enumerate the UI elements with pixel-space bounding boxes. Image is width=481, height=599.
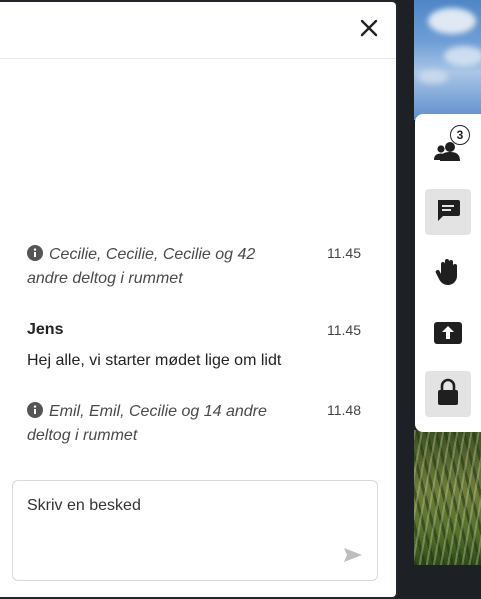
message-input[interactable] <box>27 497 347 547</box>
participants-count-badge: 3 <box>450 125 470 145</box>
raise-hand-button[interactable] <box>425 251 471 297</box>
close-icon[interactable] <box>358 17 380 39</box>
system-message: Emil, Emil, Cecilie og 14 andre deltog i… <box>27 400 366 448</box>
lock-button[interactable] <box>425 371 471 417</box>
message-author: Jens <box>27 321 64 338</box>
message-time: 11.48 <box>327 402 361 418</box>
message-time: 11.45 <box>327 322 361 338</box>
chat-panel: Cecilie, Cecilie, Cecilie og 42 andre de… <box>0 0 398 599</box>
message-composer <box>12 480 378 581</box>
system-message-label: Emil, Emil, Cecilie og 14 andre deltog i… <box>27 403 267 444</box>
user-message: Jens Hej alle, vi starter mødet lige om … <box>27 320 366 371</box>
info-icon <box>27 402 43 418</box>
side-toolbar: 3 <box>415 114 481 432</box>
message-time: 11.45 <box>327 245 361 261</box>
lock-icon <box>437 378 459 411</box>
video-sky-image <box>414 0 481 120</box>
system-message-text: Emil, Emil, Cecilie og 14 andre deltog i… <box>27 400 366 448</box>
system-message: Cecilie, Cecilie, Cecilie og 42 andre de… <box>27 243 366 291</box>
raise-hand-icon <box>435 258 461 291</box>
info-icon <box>27 245 43 261</box>
system-message-label: Cecilie, Cecilie, Cecilie og 42 andre de… <box>27 246 256 287</box>
share-screen-icon <box>434 321 462 349</box>
video-grass-image <box>414 430 481 565</box>
chat-icon <box>435 198 461 227</box>
share-screen-button[interactable] <box>425 312 471 358</box>
chat-header <box>0 2 396 59</box>
send-icon[interactable] <box>343 547 363 563</box>
message-body: Hej alle, vi starter mødet lige om lidt <box>27 352 282 369</box>
system-message-text: Cecilie, Cecilie, Cecilie og 42 andre de… <box>27 243 366 291</box>
chat-button[interactable] <box>425 189 471 235</box>
